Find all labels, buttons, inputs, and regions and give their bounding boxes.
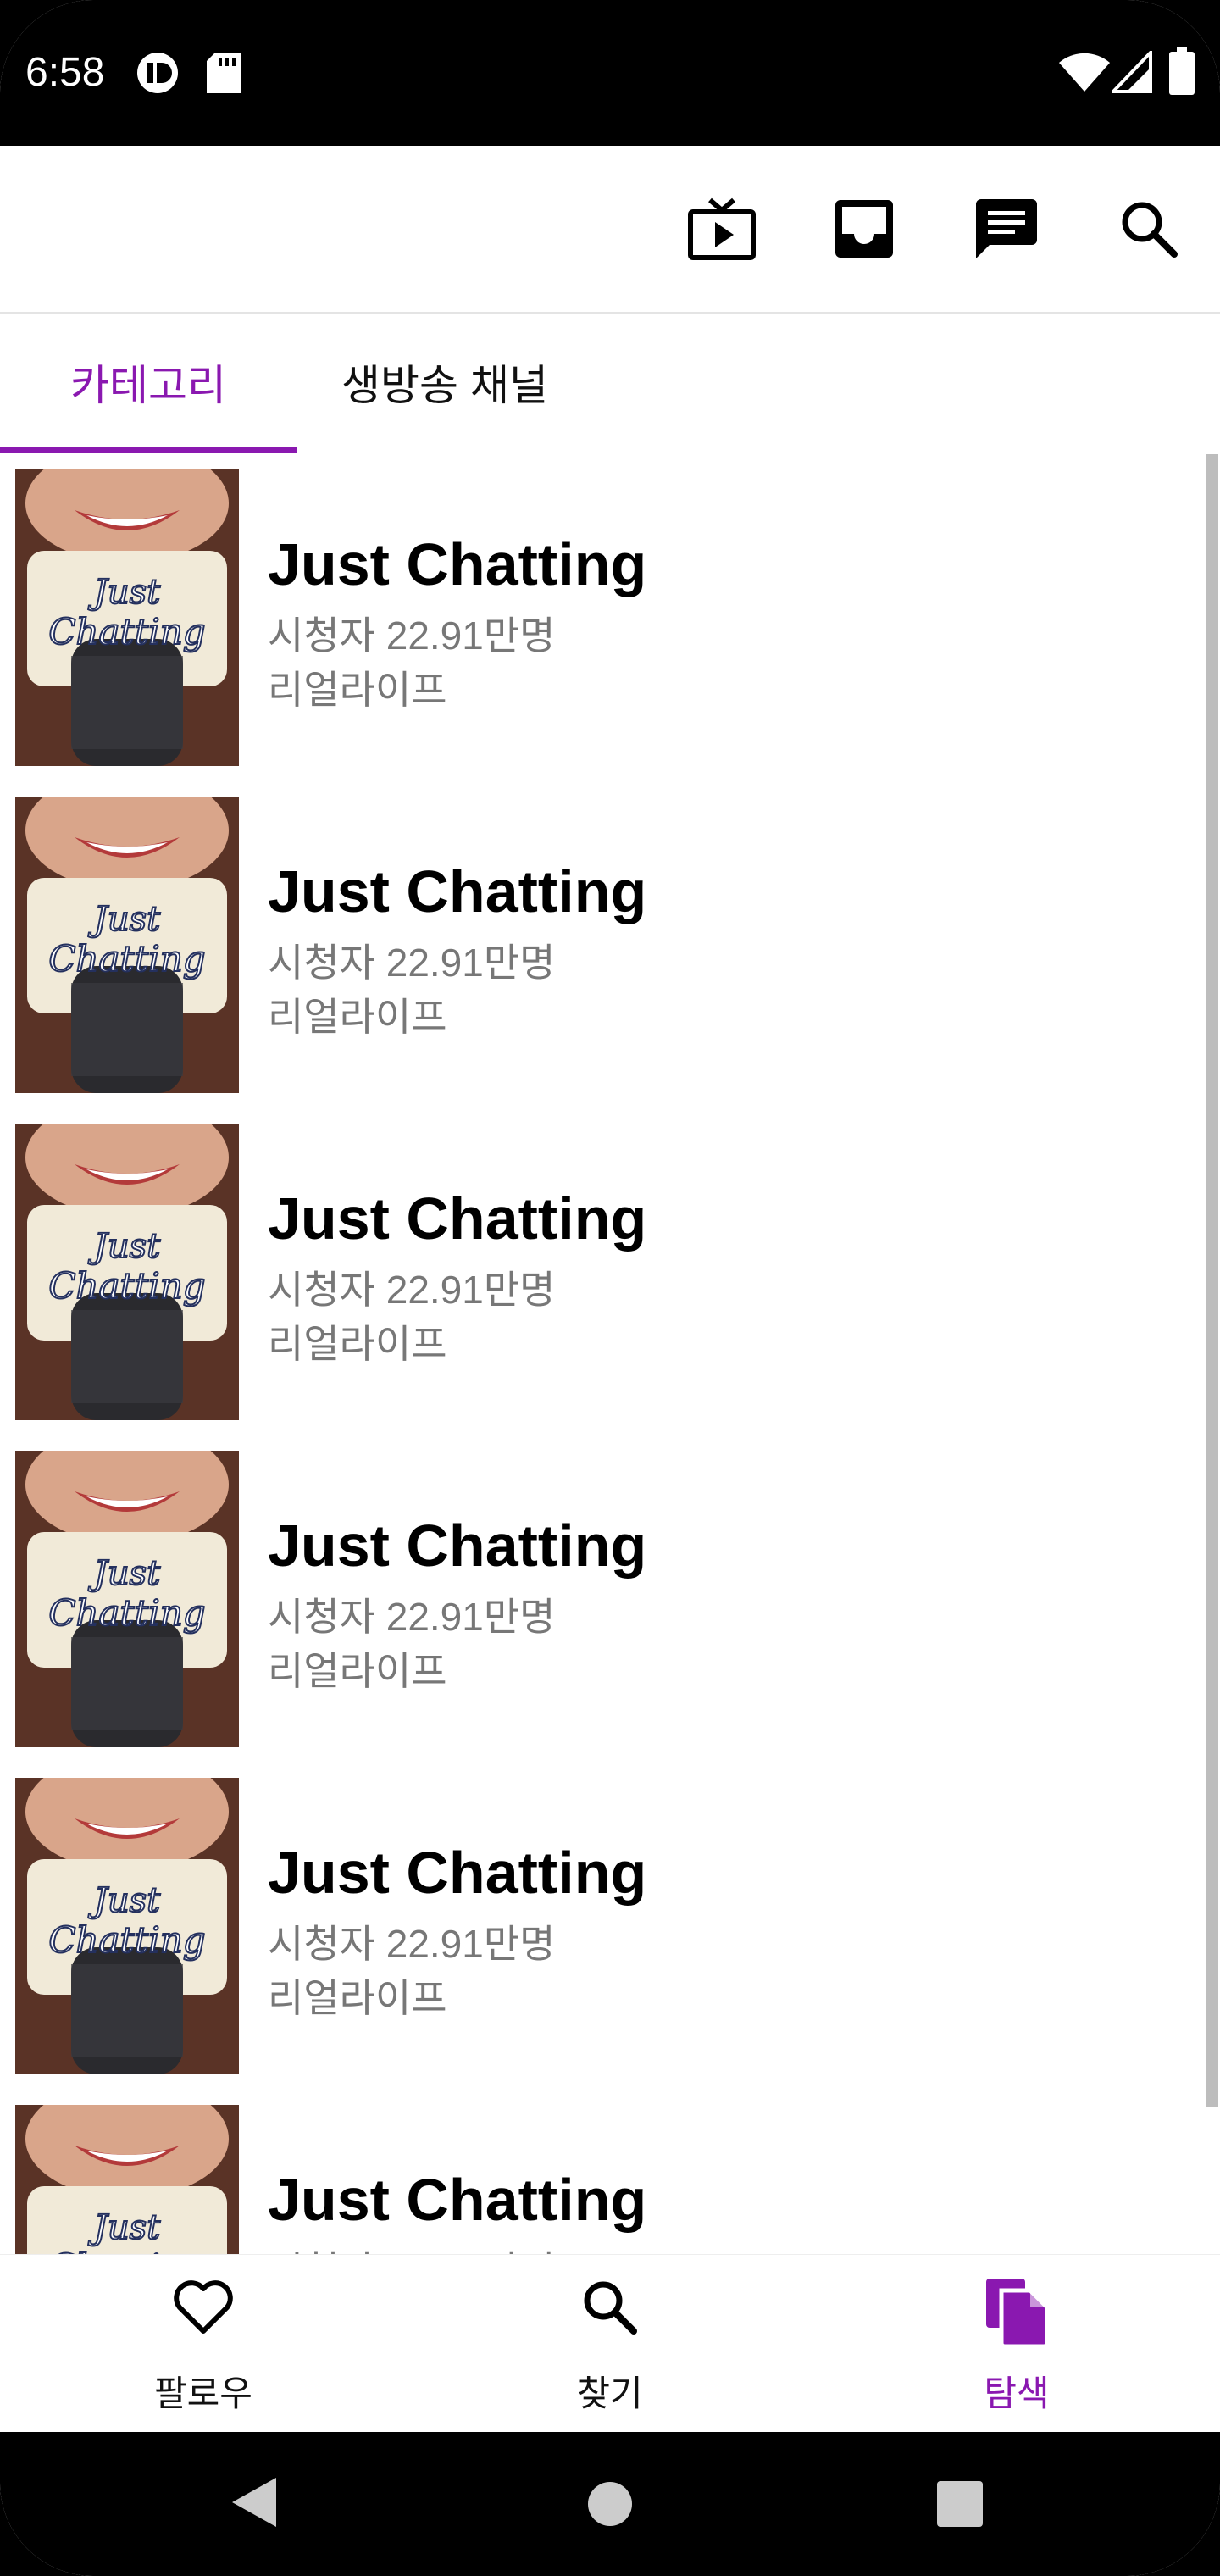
nav-follow[interactable]: 팔로우 <box>76 2255 330 2433</box>
svg-text:Just: Just <box>88 1881 161 1920</box>
category-title: Just Chatting <box>268 1185 647 1252</box>
svg-text:Just: Just <box>88 573 161 612</box>
nav-follow-label: 팔로우 <box>154 2373 252 2413</box>
svg-text:Chatting: Chatting <box>48 611 205 652</box>
tab-category[interactable]: 카테고리 <box>0 314 297 451</box>
tab-live-channels-label: 생방송 채널 <box>341 362 548 409</box>
live-tv-icon <box>688 197 756 265</box>
svg-text:Just: Just <box>88 1227 161 1266</box>
inbox-icon <box>835 199 893 262</box>
nav-browse-label: 탐색 <box>984 2373 1050 2413</box>
status-bar: 6:58 <box>0 0 1220 146</box>
tab-live-channels[interactable]: 생방송 채널 <box>297 314 593 451</box>
category-thumbnail: JustChatting <box>15 469 239 766</box>
viewer-count: 시청자 22.91만명 <box>268 1595 556 1639</box>
search-icon <box>1120 200 1178 262</box>
category-tag: 리얼라이프 <box>268 1649 447 1693</box>
category-tag: 리얼라이프 <box>268 1976 447 2020</box>
status-time: 6:58 <box>25 50 105 95</box>
list-item[interactable]: JustChattingJust Chatting시청자 22.91만명리얼라이… <box>0 1763 1203 2090</box>
category-thumbnail: JustChatting <box>15 2105 239 2254</box>
svg-text:Just: Just <box>88 900 161 939</box>
nav-search[interactable]: 찾기 <box>483 2255 737 2433</box>
category-title: Just Chatting <box>268 858 647 924</box>
list-item[interactable]: JustChattingJust Chatting시청자 22.91만명리얼라이… <box>0 781 1203 1108</box>
category-thumbnail: JustChatting <box>15 1124 239 1420</box>
viewer-count: 시청자 22.91만명 <box>268 1268 556 1312</box>
recents-button[interactable] <box>937 2481 983 2531</box>
tab-category-label: 카테고리 <box>70 362 226 409</box>
category-list[interactable]: Just Chatting Just Chatting 시청자 22.91만명 리얼라이… <box>0 454 1220 2254</box>
list-item[interactable]: JustChattingJust Chatting시청자 22.91만명리얼라이… <box>0 454 1203 781</box>
chat-button[interactable] <box>966 190 1047 271</box>
app-notification-icon <box>136 51 180 99</box>
category-title: Just Chatting <box>268 531 647 597</box>
home-button[interactable] <box>587 2481 633 2531</box>
svg-text:Chatting: Chatting <box>48 938 205 980</box>
tab-bar: 카테고리 생방송 채널 <box>0 314 1220 454</box>
category-title: Just Chatting <box>268 1840 647 1906</box>
back-button[interactable] <box>232 2478 276 2531</box>
search-icon <box>581 2279 639 2340</box>
list-item[interactable]: JustChattingJust Chatting시청자 22.91만명리얼라이… <box>0 1435 1203 1763</box>
viewer-count: 시청자 22.91만명 <box>268 613 556 658</box>
inbox-button[interactable] <box>824 190 905 271</box>
browse-icon <box>986 2279 1050 2351</box>
search-button[interactable] <box>1108 190 1190 271</box>
system-navigation-bar <box>0 2432 1220 2576</box>
viewer-count: 시청자 22.91만명 <box>268 2240 556 2254</box>
svg-text:Chatting: Chatting <box>48 1919 205 1961</box>
svg-text:Chatting: Chatting <box>48 2246 205 2254</box>
tab-indicator <box>0 447 297 453</box>
category-thumbnail: JustChatting <box>15 1451 239 1747</box>
svg-text:Just: Just <box>88 2208 161 2247</box>
cell-signal-icon <box>1109 48 1152 97</box>
svg-text:Just: Just <box>88 1554 161 1593</box>
bottom-navigation: 팔로우 찾기 탐색 <box>0 2254 1220 2433</box>
viewer-count: 시청자 22.91만명 <box>268 1922 556 1966</box>
viewer-count: 시청자 22.91만명 <box>268 941 556 985</box>
category-tag: 리얼라이프 <box>268 1322 447 1366</box>
list-item[interactable]: JustChattingJust Chatting시청자 22.91만명리얼라이… <box>0 2090 1203 2254</box>
nav-search-label: 찾기 <box>577 2373 643 2413</box>
heart-icon <box>173 2279 234 2339</box>
sd-card-icon <box>207 53 241 97</box>
phone-screen: 6:58 카테고리 생방송 채널 Just Chatting Just Chat… <box>0 0 1220 2576</box>
category-thumbnail: JustChatting <box>15 797 239 1093</box>
app-bar <box>0 146 1220 314</box>
chat-icon <box>976 198 1037 263</box>
category-thumbnail: JustChatting <box>15 1778 239 2074</box>
wifi-icon <box>1059 51 1110 97</box>
category-title: Just Chatting <box>268 2167 647 2233</box>
nav-browse[interactable]: 탐색 <box>890 2255 1144 2433</box>
list-item[interactable]: JustChattingJust Chatting시청자 22.91만명리얼라이… <box>0 1108 1203 1435</box>
live-tv-button[interactable] <box>681 190 762 271</box>
category-title: Just Chatting <box>268 1513 647 1579</box>
category-tag: 리얼라이프 <box>268 668 447 712</box>
battery-icon <box>1169 47 1195 99</box>
scrollbar[interactable] <box>1206 454 1218 2107</box>
category-tag: 리얼라이프 <box>268 995 447 1039</box>
svg-text:Chatting: Chatting <box>48 1265 205 1307</box>
svg-text:Chatting: Chatting <box>48 1592 205 1634</box>
